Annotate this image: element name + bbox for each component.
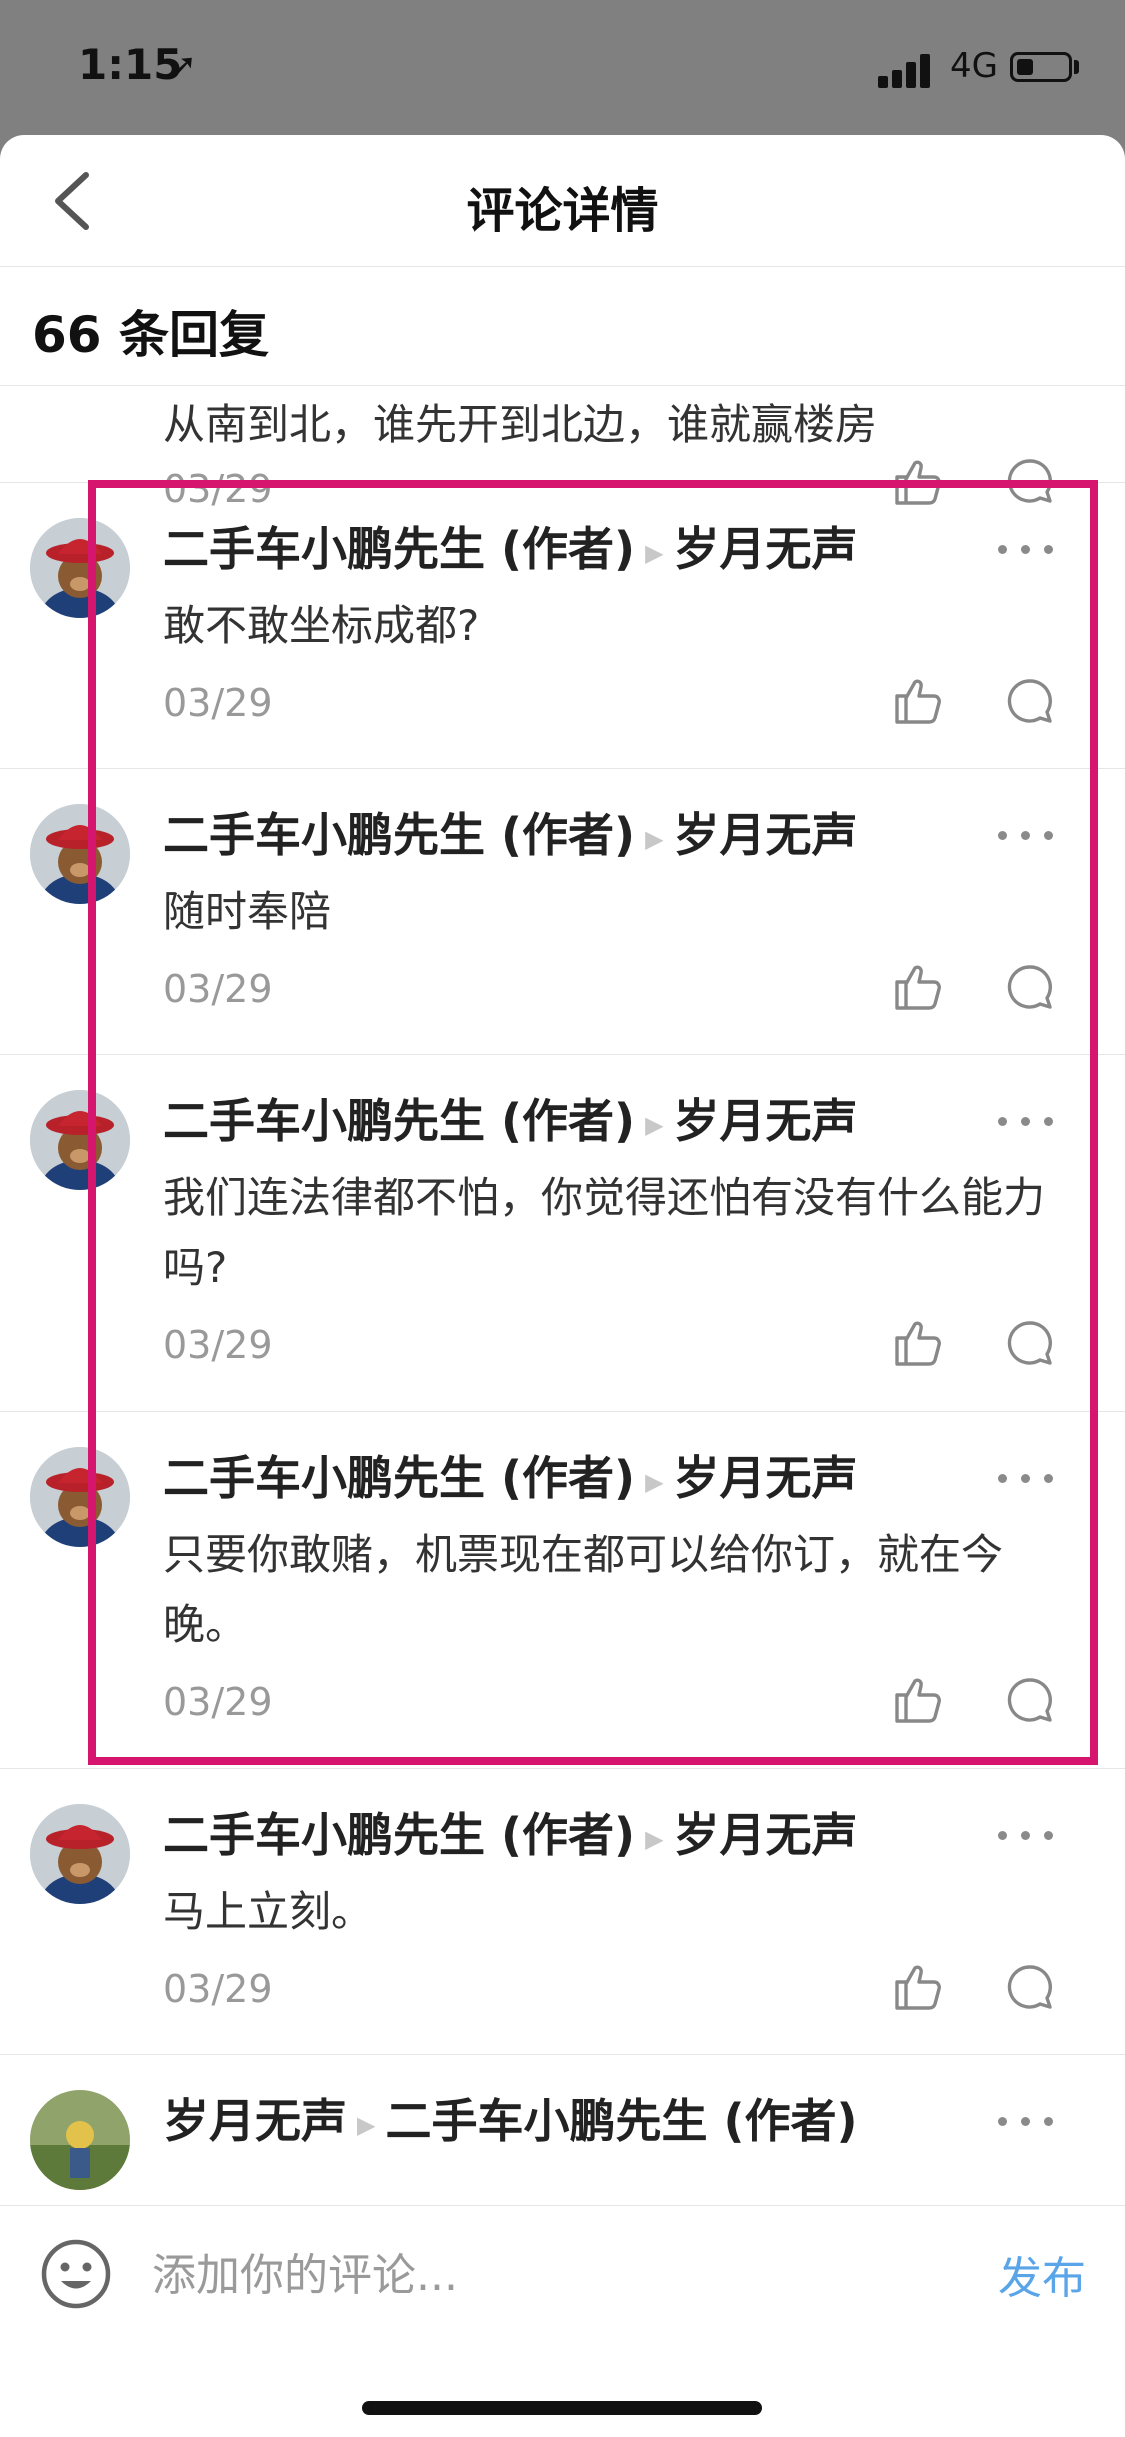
reply-target-name[interactable]: 岁月无声: [674, 1808, 858, 1862]
avatar[interactable]: [30, 1090, 130, 1190]
speech-bubble-icon[interactable]: [1006, 1676, 1054, 1724]
author-name[interactable]: 岁月无声: [163, 2094, 347, 2148]
smiley-icon[interactable]: [40, 2238, 112, 2310]
comment-item[interactable]: 二手车小鹏先生 (作者) ▶ 岁月无声 马上立刻。 03/29: [0, 1769, 1125, 2055]
thumbs-up-icon[interactable]: [893, 1962, 943, 2012]
more-icon[interactable]: [998, 829, 1054, 843]
status-bar: 1:15 ➚ 4G: [0, 0, 1125, 135]
thumbs-up-icon[interactable]: [893, 962, 943, 1012]
comment-author-line: 二手车小鹏先生 (作者) ▶ 岁月无声: [163, 799, 858, 865]
network-type: 4G: [950, 46, 998, 86]
reply-arrow-icon: ▶: [357, 2110, 376, 2139]
reply-count-bar: 66 条回复: [0, 267, 1125, 386]
comment-list[interactable]: 从南到北，谁先开到北边，谁就赢楼房 03/29 二手车小鹏先生 (作者) ▶ 岁月无…: [0, 385, 1125, 2340]
comment-author-line: 岁月无声 ▶ 二手车小鹏先生 (作者): [163, 2085, 858, 2151]
author-name[interactable]: 二手车小鹏先生 (作者): [163, 522, 635, 576]
battery-nub: [1074, 60, 1079, 74]
comment-author-line: 二手车小鹏先生 (作者) ▶ 岁月无声: [163, 1085, 858, 1151]
thumbs-up-icon[interactable]: [893, 1675, 943, 1725]
thumbs-up-icon[interactable]: [893, 676, 943, 726]
author-name[interactable]: 二手车小鹏先生 (作者): [163, 808, 635, 862]
comment-composer: 发布: [0, 2205, 1125, 2437]
comment-input[interactable]: [150, 2236, 954, 2314]
comment-item[interactable]: 从南到北，谁先开到北边，谁就赢楼房 03/29: [0, 385, 1125, 511]
reply-target-name[interactable]: 岁月无声: [674, 1451, 858, 1505]
reply-arrow-icon: ▶: [645, 1110, 664, 1139]
comment-item[interactable]: 二手车小鹏先生 (作者) ▶ 岁月无声 只要你敢赌，机票现在都可以给你订，就在今晚。…: [0, 1412, 1125, 1769]
speech-bubble-icon[interactable]: [1006, 1319, 1054, 1367]
comment-author-line: 二手车小鹏先生 (作者) ▶ 岁月无声: [163, 1442, 858, 1508]
location-arrow-icon: ➚: [170, 46, 197, 84]
speech-bubble-icon[interactable]: [1006, 1963, 1054, 2011]
comment-text: 我们连法律都不怕，你觉得还怕有没有什么能力吗?: [163, 1173, 1046, 1292]
reply-arrow-icon: ▶: [645, 824, 664, 853]
battery-icon: [1010, 52, 1072, 82]
avatar[interactable]: [30, 518, 130, 618]
speech-bubble-icon[interactable]: [1006, 677, 1054, 725]
avatar[interactable]: [30, 1804, 130, 1904]
comment-author-line: 二手车小鹏先生 (作者) ▶ 岁月无声: [163, 513, 858, 579]
comment-item[interactable]: 二手车小鹏先生 (作者) ▶ 岁月无声 随时奉陪 03/29: [0, 769, 1125, 1055]
home-indicator: [362, 2401, 762, 2415]
comment-text: 只要你敢赌，机票现在都可以给你订，就在今晚。: [163, 1530, 1004, 1649]
avatar[interactable]: [30, 1447, 130, 1547]
comment-text: 马上立刻。: [163, 1887, 374, 1936]
reply-arrow-icon: ▶: [645, 538, 664, 567]
comment-date: 03/29: [163, 1967, 273, 2011]
more-icon[interactable]: [998, 1829, 1054, 1843]
comment-item[interactable]: 二手车小鹏先生 (作者) ▶ 岁月无声 我们连法律都不怕，你觉得还怕有没有什么能力吗…: [0, 1055, 1125, 1412]
reply-target-name[interactable]: 岁月无声: [674, 522, 858, 576]
comment-text: 从南到北，谁先开到北边，谁就赢楼房: [163, 400, 878, 449]
comment-date: 03/29: [163, 1680, 273, 1724]
comment-item[interactable]: 二手车小鹏先生 (作者) ▶ 岁月无声 敢不敢坐标成都? 03/29: [0, 483, 1125, 769]
comment-date: 03/29: [163, 1323, 273, 1367]
more-icon[interactable]: [998, 2115, 1054, 2129]
speech-bubble-icon[interactable]: [1006, 963, 1054, 1011]
publish-button[interactable]: 发布: [998, 2242, 1086, 2306]
thumbs-up-icon[interactable]: [893, 1318, 943, 1368]
nav-bar: 评论详情: [0, 135, 1125, 267]
author-name[interactable]: 二手车小鹏先生 (作者): [163, 1094, 635, 1148]
reply-arrow-icon: ▶: [645, 1467, 664, 1496]
more-icon[interactable]: [998, 1472, 1054, 1486]
more-icon[interactable]: [998, 1115, 1054, 1129]
more-icon[interactable]: [998, 543, 1054, 557]
comment-detail-sheet: 评论详情 66 条回复 从南到北，谁先开到北边，谁就赢楼房 03/29 二手车小…: [0, 135, 1125, 2436]
reply-count: 66 条回复: [32, 306, 269, 364]
page-title: 评论详情: [466, 183, 659, 239]
comment-author-line: 二手车小鹏先生 (作者) ▶ 岁月无声: [163, 1799, 858, 1865]
reply-target-name[interactable]: 岁月无声: [674, 1094, 858, 1148]
comment-date: 03/29: [163, 681, 273, 725]
signal-icon: [878, 52, 938, 88]
reply-target-name[interactable]: 岁月无声: [674, 808, 858, 862]
comment-text: 敢不敢坐标成都?: [163, 601, 480, 650]
status-time: 1:15: [78, 40, 183, 89]
author-name[interactable]: 二手车小鹏先生 (作者): [163, 1451, 635, 1505]
reply-target-name[interactable]: 二手车小鹏先生 (作者): [385, 2094, 857, 2148]
comment-date: 03/29: [163, 967, 273, 1011]
avatar[interactable]: [30, 804, 130, 904]
reply-arrow-icon: ▶: [645, 1824, 664, 1853]
comment-text: 随时奉陪: [163, 887, 332, 936]
avatar[interactable]: [30, 2090, 130, 2190]
author-name[interactable]: 二手车小鹏先生 (作者): [163, 1808, 635, 1862]
